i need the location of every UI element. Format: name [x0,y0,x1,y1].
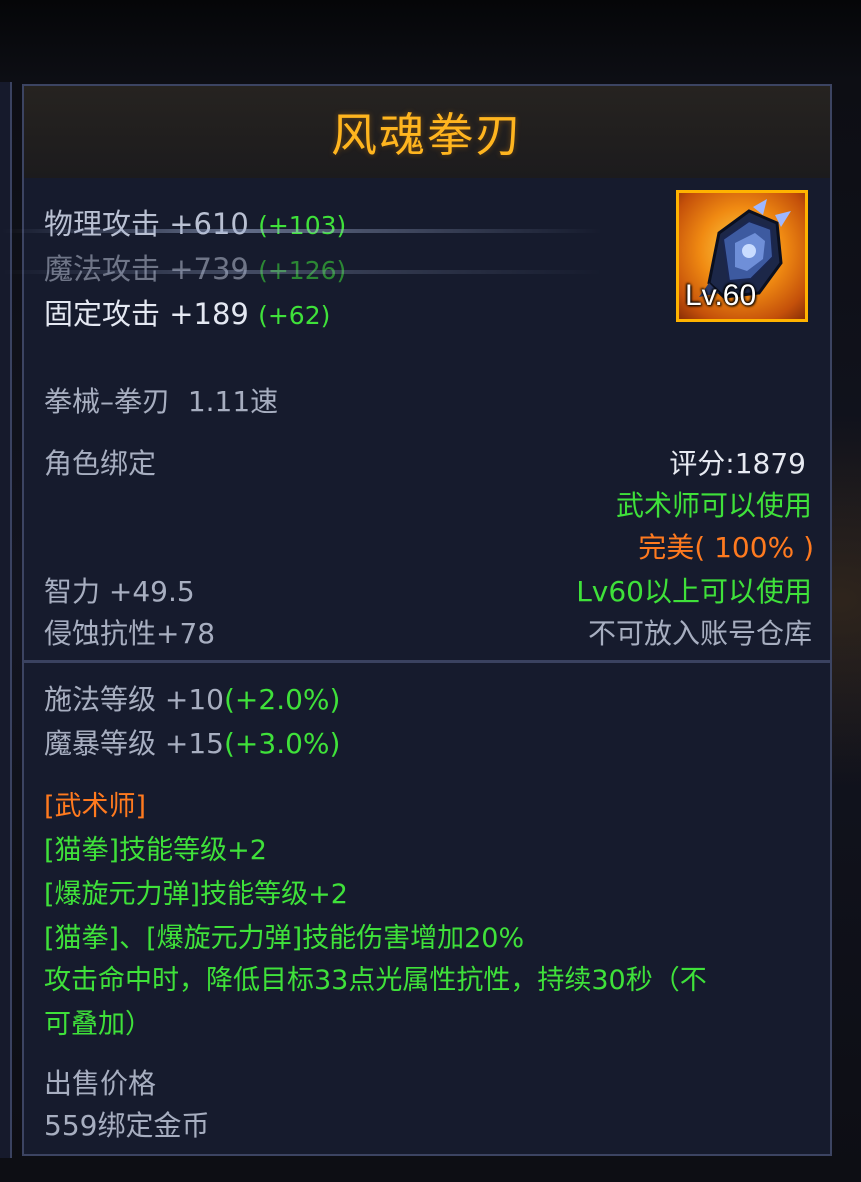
stat-name: 物理攻击 [44,207,161,241]
stat-name: 魔法攻击 [44,252,161,286]
quality-text: 完美( 100% ) [638,531,814,564]
stat-physical-attack: 物理攻击 +610 (+103) [44,201,346,243]
stat-value: +739 [169,252,249,286]
scroll-streak [2,229,602,233]
rating-bonus: (+3.0%) [224,727,341,760]
item-name: 风魂拳刃 [331,108,523,162]
level-requirement: Lv60以上可以使用 [576,575,812,608]
weapon-type: 拳械–拳刃 1.11速 [44,380,278,420]
stat-bonus: (+62) [258,301,331,330]
weapon-type-label: 拳械–拳刃 [44,385,171,418]
rating-name: 魔暴等级 +15 [44,727,224,760]
attack-speed: 1.11速 [187,385,279,418]
sell-price-value: 559绑定金币 [44,1109,210,1142]
left-panel-edge [0,82,12,1158]
stat-magic-attack: 魔法攻击 +739 (+126) [44,246,346,288]
class-effect: [猫拳]、[爆旋元力弹]技能伤害增加20% [44,923,525,954]
class-section-header: [武术师] [44,791,147,822]
rating-bonus: (+2.0%) [224,683,341,716]
binding-label: 角色绑定 [44,447,157,480]
stat-value: +189 [169,297,249,331]
gear-score: 评分:1879 [669,447,806,480]
sell-price-label: 出售价格 [44,1067,157,1100]
scroll-streak [2,270,602,274]
rating-casting: 施法等级 +10(+2.0%) [44,678,340,718]
section-divider [24,660,830,663]
item-icon[interactable]: Lv.60 [676,190,808,322]
class-effect: 攻击命中时，降低目标33点光属性抗性，持续30秒（不 [44,965,707,996]
class-effect: [猫拳]技能等级+2 [44,835,267,866]
attribute-erosion-resist: 侵蚀抗性+78 [44,617,216,650]
stat-bonus: (+103) [258,211,347,240]
stat-name: 固定攻击 [44,297,161,331]
stat-value: +610 [169,207,249,241]
class-effect: 可叠加） [44,1009,152,1040]
rating-name: 施法等级 +10 [44,683,224,716]
item-level-badge: Lv.60 [685,279,757,312]
class-requirement: 武术师可以使用 [615,489,812,522]
storage-note: 不可放入账号仓库 [587,617,812,650]
attribute-intelligence: 智力 +49.5 [44,575,195,608]
item-title-bar: 风魂拳刃 [24,86,830,178]
class-effect: [爆旋元力弹]技能等级+2 [44,879,348,910]
stat-fixed-attack: 固定攻击 +189 (+62) [44,291,330,333]
item-tooltip: 风魂拳刃 物理攻击 +610 (+103) 魔法攻击 +739 (+126) 固… [2,84,832,1156]
rating-magic-crit: 魔暴等级 +15(+3.0%) [44,722,340,762]
